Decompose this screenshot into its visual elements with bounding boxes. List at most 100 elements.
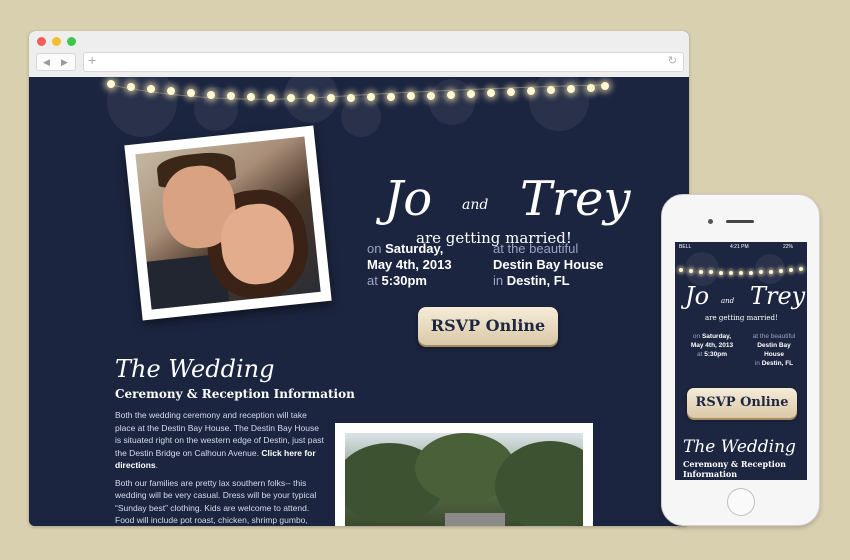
name-first: Jo bbox=[384, 171, 433, 227]
string-light bbox=[729, 271, 733, 275]
venue-city: Destin, FL bbox=[506, 273, 570, 288]
status-time: 4:21 PM bbox=[730, 244, 749, 250]
string-light bbox=[327, 94, 335, 102]
battery-level: 22% bbox=[783, 244, 794, 250]
mobile-at-the-beautiful-label: at the beautiful bbox=[752, 333, 796, 340]
name-and: and bbox=[462, 197, 489, 213]
forward-arrow-icon[interactable]: ▶ bbox=[61, 54, 68, 70]
mobile-event-time: 5:30pm bbox=[704, 351, 727, 358]
event-date: May 4th, 2013 bbox=[367, 257, 452, 272]
desktop-browser-window: ◀ ▶ + ↻ Jo and Trey are getting married!… bbox=[29, 31, 689, 526]
on-label: on bbox=[367, 241, 382, 256]
at-label: at bbox=[367, 273, 378, 288]
event-day: Saturday, bbox=[385, 241, 444, 256]
string-light bbox=[587, 84, 595, 92]
mobile-venue-details: at the beautiful Destin Bay House in Des… bbox=[745, 332, 803, 368]
string-light bbox=[789, 268, 793, 272]
string-light bbox=[769, 270, 773, 274]
name-second: Trey bbox=[520, 171, 631, 227]
event-time: 5:30pm bbox=[381, 273, 427, 288]
string-light bbox=[127, 83, 135, 91]
string-light bbox=[601, 82, 609, 90]
venue-name: Destin Bay House bbox=[493, 257, 604, 272]
minimize-window-button[interactable] bbox=[52, 37, 61, 46]
mobile-in-label: in bbox=[754, 360, 760, 367]
wedding-description: Both the wedding ceremony and reception … bbox=[115, 410, 324, 526]
string-light bbox=[709, 270, 713, 274]
the-wedding-heading: The Wedding bbox=[115, 355, 275, 383]
mobile-at-label: at bbox=[697, 351, 703, 358]
close-window-button[interactable] bbox=[37, 37, 46, 46]
browser-chrome: ◀ ▶ + ↻ bbox=[29, 31, 689, 78]
string-light bbox=[779, 269, 783, 273]
mobile-ceremony-reception-subheading: Ceremony & Reception Information bbox=[683, 459, 786, 479]
nav-buttons: ◀ ▶ bbox=[36, 53, 76, 71]
mobile-event-day: Saturday, bbox=[701, 333, 732, 340]
string-light bbox=[167, 87, 175, 95]
maximize-window-button[interactable] bbox=[67, 37, 76, 46]
new-tab-plus-icon[interactable]: + bbox=[88, 52, 96, 68]
string-light bbox=[749, 271, 753, 275]
mobile-venue-name-line1: Destin Bay bbox=[757, 342, 791, 349]
string-light bbox=[207, 91, 215, 99]
string-light bbox=[699, 270, 703, 274]
string-light bbox=[187, 89, 195, 97]
carrier-label: BELL bbox=[679, 244, 692, 250]
back-arrow-icon[interactable]: ◀ bbox=[43, 54, 50, 70]
string-light bbox=[267, 94, 275, 102]
mobile-the-wedding-heading: The Wedding bbox=[683, 437, 796, 457]
at-the-beautiful-label: at the beautiful bbox=[493, 241, 579, 256]
mobile-name-second: Trey bbox=[750, 282, 806, 310]
string-light bbox=[147, 85, 155, 93]
mobile-date-details: on Saturday, May 4th, 2013 at 5:30pm bbox=[683, 332, 741, 359]
mobile-rsvp-online-button[interactable]: RSVP Online bbox=[687, 388, 797, 418]
couple-photo-image bbox=[135, 136, 321, 310]
string-light bbox=[407, 92, 415, 100]
string-light bbox=[689, 269, 693, 273]
string-light bbox=[107, 80, 115, 88]
in-label: in bbox=[493, 273, 504, 288]
mobile-venue-city: Destin, FL bbox=[761, 360, 794, 367]
mobile-phone-frame: BELL 4:21 PM 22% Jo and Trey are getting… bbox=[661, 194, 820, 526]
venue-photo bbox=[335, 423, 593, 526]
venue-photo-image bbox=[345, 433, 583, 526]
string-light bbox=[467, 90, 475, 98]
string-light bbox=[367, 93, 375, 101]
ceremony-reception-subheading: Ceremony & Reception Information bbox=[115, 387, 355, 401]
string-light bbox=[347, 94, 355, 102]
string-light bbox=[247, 93, 255, 101]
mobile-venue-name-line2: House bbox=[764, 351, 784, 358]
string-light bbox=[427, 92, 435, 100]
string-light bbox=[227, 92, 235, 100]
string-light bbox=[759, 270, 763, 274]
mobile-name-first: Jo bbox=[685, 282, 710, 310]
string-light bbox=[567, 85, 575, 93]
venue-details: at the beautiful Destin Bay House in Des… bbox=[493, 241, 604, 289]
string-light bbox=[287, 94, 295, 102]
mobile-status-bar: BELL 4:21 PM 22% bbox=[675, 242, 807, 252]
mobile-getting-married-subtitle: are getting married! bbox=[705, 314, 778, 322]
date-details: on Saturday, May 4th, 2013 at 5:30pm bbox=[367, 241, 452, 289]
home-button[interactable] bbox=[727, 488, 755, 516]
string-light bbox=[487, 89, 495, 97]
address-bar[interactable]: + ↻ bbox=[83, 52, 684, 72]
front-camera bbox=[708, 219, 713, 224]
string-light bbox=[447, 91, 455, 99]
mobile-event-date: May 4th, 2013 bbox=[690, 342, 734, 349]
mobile-screen: BELL 4:21 PM 22% Jo and Trey are getting… bbox=[675, 242, 807, 480]
string-light bbox=[307, 94, 315, 102]
wedding-paragraph-2: Both our families are pretty lax souther… bbox=[115, 477, 317, 526]
string-light bbox=[547, 86, 555, 94]
rsvp-online-button[interactable]: RSVP Online bbox=[418, 307, 558, 345]
wedding-page: Jo and Trey are getting married! on Satu… bbox=[29, 77, 689, 526]
string-light bbox=[507, 88, 515, 96]
mobile-on-label: on bbox=[692, 333, 701, 340]
reload-icon[interactable]: ↻ bbox=[668, 54, 677, 67]
string-light bbox=[739, 271, 743, 275]
couple-photo bbox=[124, 125, 332, 321]
string-light bbox=[719, 271, 723, 275]
string-light bbox=[799, 267, 803, 271]
string-light bbox=[527, 87, 535, 95]
photo-shape bbox=[445, 513, 505, 526]
mobile-name-and: and bbox=[721, 297, 735, 305]
